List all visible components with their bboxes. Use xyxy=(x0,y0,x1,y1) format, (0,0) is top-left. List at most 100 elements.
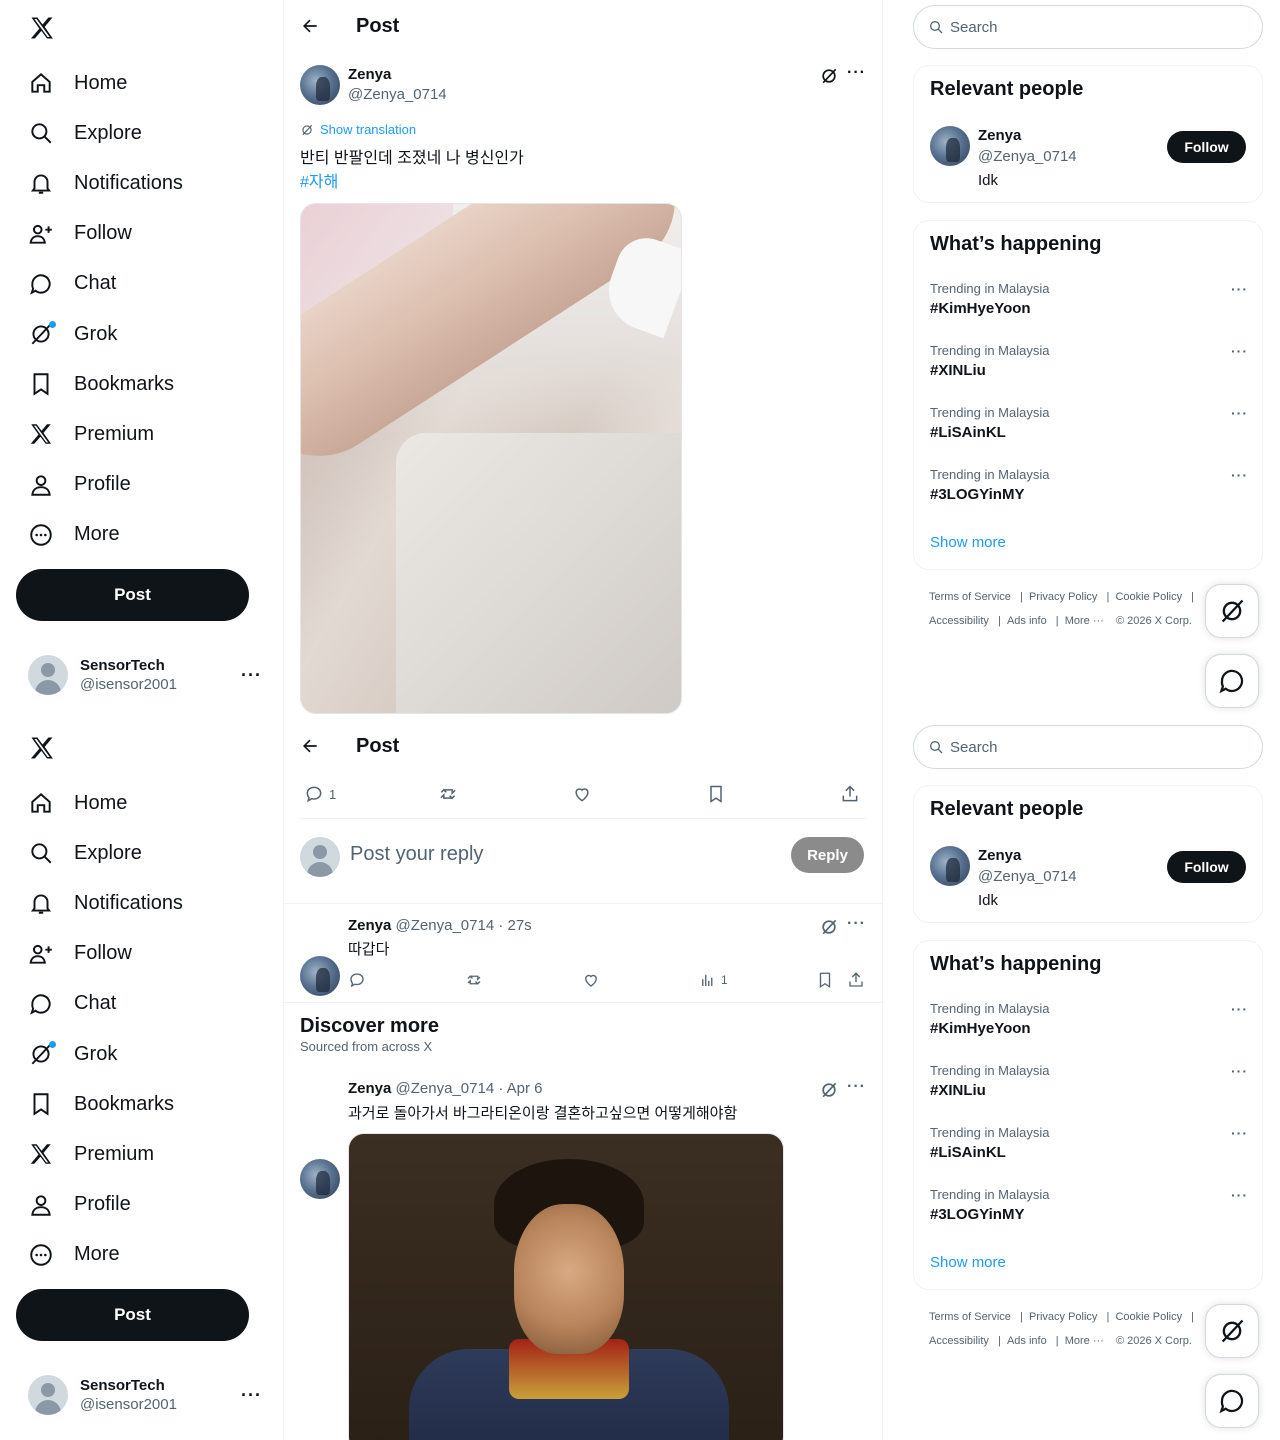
nav-item-chat[interactable]: Chat xyxy=(28,264,116,304)
more-options-icon[interactable]: ··· xyxy=(241,665,262,686)
repost-action[interactable] xyxy=(465,971,483,989)
x-logo-icon[interactable] xyxy=(28,14,56,42)
nav-item-profile[interactable]: Profile xyxy=(28,1185,131,1225)
cookie-link[interactable]: Cookie Policy xyxy=(1115,591,1182,603)
nav-item-grok[interactable]: Grok xyxy=(28,1034,117,1074)
person-avatar[interactable] xyxy=(930,846,970,886)
nav-item-home[interactable]: Home xyxy=(28,783,127,823)
grok-fab[interactable] xyxy=(1205,1304,1259,1358)
reply-action[interactable] xyxy=(348,971,366,989)
search-input[interactable]: Search xyxy=(913,725,1263,769)
trend-item[interactable]: Trending in Malaysia #LiSAinKL ··· xyxy=(930,1125,1248,1161)
more-options-icon[interactable]: ··· xyxy=(847,915,866,933)
person-avatar[interactable] xyxy=(930,126,970,166)
author-avatar[interactable] xyxy=(300,65,340,105)
more-options-icon[interactable]: ··· xyxy=(847,64,866,82)
bookmark-action[interactable] xyxy=(816,971,834,989)
trend-item[interactable]: Trending in Malaysia #KimHyeYoon ··· xyxy=(930,281,1248,317)
trend-item[interactable]: Trending in Malaysia #KimHyeYoon ··· xyxy=(930,1001,1248,1037)
more-options-icon[interactable]: ··· xyxy=(1231,1001,1248,1017)
trend-item[interactable]: Trending in Malaysia #3LOGYinMY ··· xyxy=(930,467,1248,503)
tos-link[interactable]: Terms of Service xyxy=(929,591,1011,603)
trend-item[interactable]: Trending in Malaysia #3LOGYinMY ··· xyxy=(930,1187,1248,1223)
show-more-link[interactable]: Show more xyxy=(930,534,1006,551)
trend-item[interactable]: Trending in Malaysia #XINLiu ··· xyxy=(930,1063,1248,1099)
nav-item-more[interactable]: More xyxy=(28,515,120,555)
person-handle[interactable]: @Zenya_0714 xyxy=(978,868,1077,885)
nav-item-follow[interactable]: Follow xyxy=(28,214,132,254)
post-image[interactable] xyxy=(300,203,682,714)
post-button[interactable]: Post xyxy=(16,1289,249,1341)
nav-item-explore[interactable]: Explore xyxy=(28,833,142,873)
trend-item[interactable]: Trending in Malaysia #XINLiu ··· xyxy=(930,343,1248,379)
reply-button[interactable]: Reply xyxy=(791,837,864,873)
follow-button[interactable]: Follow xyxy=(1167,851,1246,883)
person-name[interactable]: Zenya xyxy=(978,847,1021,864)
more-link[interactable]: More ··· xyxy=(1065,615,1104,627)
accessibility-link[interactable]: Accessibility xyxy=(929,1335,989,1347)
nav-item-chat[interactable]: Chat xyxy=(28,984,116,1024)
more-options-icon[interactable]: ··· xyxy=(847,1078,866,1096)
grok-icon[interactable] xyxy=(819,1080,839,1100)
accessibility-link[interactable]: Accessibility xyxy=(929,615,989,627)
nav-item-follow[interactable]: Follow xyxy=(28,934,132,974)
more-link[interactable]: More ··· xyxy=(1065,1335,1104,1347)
ads-info-link[interactable]: Ads info xyxy=(1007,615,1047,627)
chat-fab[interactable] xyxy=(1205,654,1259,708)
nav-item-more[interactable]: More xyxy=(28,1235,120,1275)
grok-fab[interactable] xyxy=(1205,584,1259,638)
grok-icon[interactable] xyxy=(819,917,839,937)
privacy-link[interactable]: Privacy Policy xyxy=(1029,1311,1097,1323)
discover-post-meta[interactable]: @Zenya_0714 · Apr 6 xyxy=(396,1080,543,1097)
nav-item-premium[interactable]: Premium xyxy=(28,414,154,454)
like-action[interactable] xyxy=(572,784,592,804)
reply-author-avatar[interactable] xyxy=(300,956,340,996)
discover-post-image[interactable] xyxy=(348,1133,784,1440)
chat-fab[interactable] xyxy=(1205,1374,1259,1428)
bookmark-action[interactable] xyxy=(706,784,726,804)
show-more-link[interactable]: Show more xyxy=(930,1254,1006,1271)
more-options-icon[interactable]: ··· xyxy=(1231,1125,1248,1141)
views-action[interactable]: 1 xyxy=(699,971,728,989)
nav-item-explore[interactable]: Explore xyxy=(28,113,142,153)
post-button[interactable]: Post xyxy=(16,569,249,621)
share-action[interactable] xyxy=(847,971,865,989)
more-options-icon[interactable]: ··· xyxy=(1231,1187,1248,1203)
nav-item-notifications[interactable]: Notifications xyxy=(28,883,183,923)
discover-author-name[interactable]: Zenya xyxy=(348,1080,391,1097)
repost-action[interactable] xyxy=(438,784,458,804)
back-arrow-icon[interactable] xyxy=(300,16,320,36)
nav-item-grok[interactable]: Grok xyxy=(28,314,117,354)
reply-author-name[interactable]: Zenya xyxy=(348,917,391,934)
search-input[interactable]: Search xyxy=(913,5,1263,49)
tos-link[interactable]: Terms of Service xyxy=(929,1311,1011,1323)
reply-meta[interactable]: @Zenya_0714 · 27s xyxy=(396,917,532,934)
more-options-icon[interactable]: ··· xyxy=(1231,343,1248,359)
post-hashtag[interactable]: #자해 xyxy=(300,168,338,192)
share-action[interactable] xyxy=(840,784,860,804)
more-options-icon[interactable]: ··· xyxy=(1231,467,1248,483)
show-translation-link[interactable]: Show translation xyxy=(300,122,416,137)
nav-item-home[interactable]: Home xyxy=(28,63,127,103)
grok-icon[interactable] xyxy=(819,66,839,86)
nav-item-profile[interactable]: Profile xyxy=(28,465,131,505)
more-options-icon[interactable]: ··· xyxy=(1231,405,1248,421)
nav-item-notifications[interactable]: Notifications xyxy=(28,163,183,203)
privacy-link[interactable]: Privacy Policy xyxy=(1029,591,1097,603)
more-options-icon[interactable]: ··· xyxy=(1231,1063,1248,1079)
person-handle[interactable]: @Zenya_0714 xyxy=(978,148,1077,165)
cookie-link[interactable]: Cookie Policy xyxy=(1115,1311,1182,1323)
trend-item[interactable]: Trending in Malaysia #LiSAinKL ··· xyxy=(930,405,1248,441)
nav-item-bookmarks[interactable]: Bookmarks xyxy=(28,364,174,404)
author-name[interactable]: Zenya xyxy=(348,66,391,83)
discover-author-avatar[interactable] xyxy=(300,1159,340,1199)
reply-action[interactable]: 1 xyxy=(304,784,336,804)
nav-item-bookmarks[interactable]: Bookmarks xyxy=(28,1084,174,1124)
account-switcher[interactable]: SensorTech @isensor2001 ··· xyxy=(28,653,268,697)
reply-input[interactable]: Post your reply xyxy=(350,843,483,866)
ads-info-link[interactable]: Ads info xyxy=(1007,1335,1047,1347)
back-arrow-icon[interactable] xyxy=(300,736,320,756)
author-handle[interactable]: @Zenya_0714 xyxy=(348,86,447,103)
x-logo-icon[interactable] xyxy=(28,734,56,762)
follow-button[interactable]: Follow xyxy=(1167,131,1246,163)
